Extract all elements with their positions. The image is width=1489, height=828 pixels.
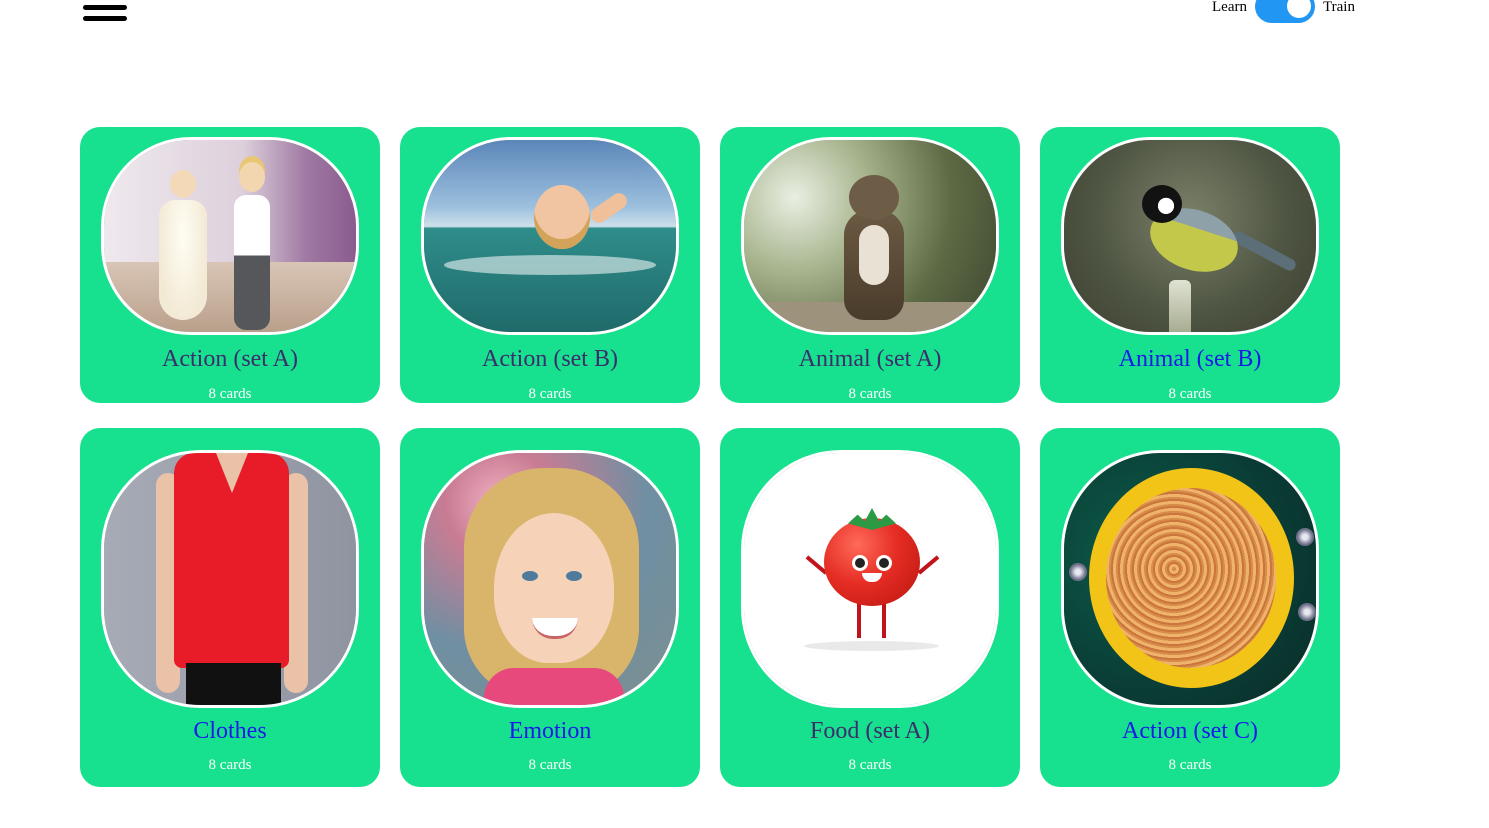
category-title: Action (set C) [1122, 718, 1258, 744]
category-image [101, 137, 359, 335]
mode-label-learn: Learn [1212, 0, 1247, 15]
children-dancing-image [104, 140, 356, 332]
bird-image [1064, 140, 1316, 332]
menu-bar-top [83, 5, 127, 10]
category-image [101, 450, 359, 708]
card-count: 8 cards [1168, 386, 1212, 402]
category-title: Food (set A) [810, 718, 930, 744]
category-title: Animal (set B) [1118, 346, 1262, 372]
card-count: 8 cards [1168, 757, 1212, 773]
child-swimming-image [424, 140, 676, 332]
category-title: Animal (set A) [798, 346, 942, 372]
category-card[interactable]: Animal (set B) 8 cards [1040, 127, 1340, 403]
category-image [741, 137, 999, 335]
app-page: Learn Train Action (set A) 8 cards Actio… [0, 0, 1489, 828]
category-image [1061, 137, 1319, 335]
card-count: 8 cards [208, 386, 252, 402]
category-card[interactable]: Action (set B) 8 cards [400, 127, 700, 403]
red-blouse-image [104, 453, 356, 705]
category-image [421, 137, 679, 335]
category-grid: Action (set A) 8 cards Action (set B) 8 … [80, 127, 1340, 787]
mode-switch[interactable] [1254, 0, 1315, 23]
category-title: Action (set A) [162, 346, 298, 372]
tomato-cartoon-image [744, 453, 996, 705]
category-card[interactable]: Food (set A) 8 cards [720, 428, 1020, 787]
hamburger-menu-icon[interactable] [83, 0, 127, 24]
category-title: Clothes [193, 718, 267, 744]
category-card[interactable]: Clothes 8 cards [80, 428, 380, 787]
card-count: 8 cards [208, 757, 252, 773]
card-count: 8 cards [848, 757, 892, 773]
card-count: 8 cards [528, 386, 572, 402]
noodles-plate-image [1064, 453, 1316, 705]
category-card[interactable]: Emotion 8 cards [400, 428, 700, 787]
mode-toggle: Learn Train [1212, 0, 1355, 24]
cat-image [744, 140, 996, 332]
card-count: 8 cards [848, 386, 892, 402]
category-title: Action (set B) [482, 346, 618, 372]
card-count: 8 cards [528, 757, 572, 773]
category-card[interactable]: Action (set A) 8 cards [80, 127, 380, 403]
smiling-girl-image [424, 453, 676, 705]
category-card[interactable]: Animal (set A) 8 cards [720, 127, 1020, 403]
category-card[interactable]: Action (set C) 8 cards [1040, 428, 1340, 787]
category-image [741, 450, 999, 708]
category-title: Emotion [508, 718, 592, 744]
mode-label-train: Train [1322, 0, 1355, 15]
category-image [1061, 450, 1319, 708]
category-image [421, 450, 679, 708]
menu-bar-bottom [83, 16, 127, 21]
